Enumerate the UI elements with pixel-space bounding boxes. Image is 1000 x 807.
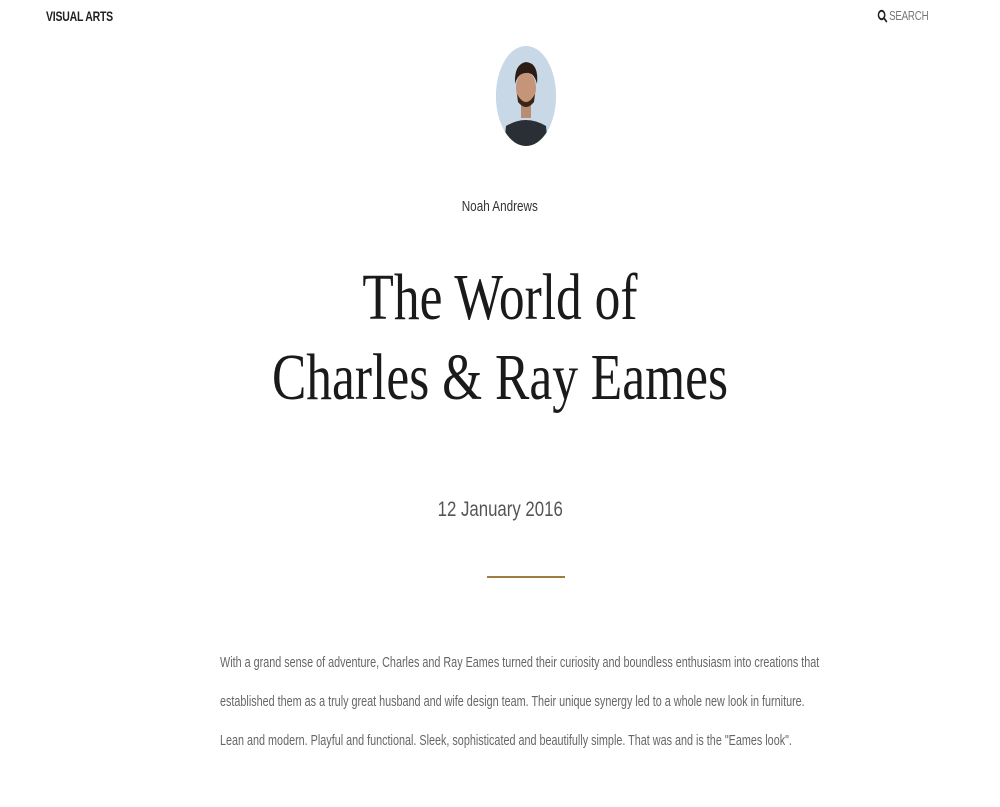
author-avatar[interactable]	[496, 46, 556, 146]
date-text: 12 January 2016	[437, 498, 563, 521]
author-portrait-image	[496, 46, 556, 146]
title-line-1: The World of	[362, 261, 638, 334]
search-icon	[877, 9, 887, 23]
site-brand-link[interactable]: VISUAL ARTS	[46, 8, 113, 24]
search-label: SEARCH	[888, 8, 929, 23]
title-line-2: Charles & Ray Eames	[271, 341, 729, 414]
article-title: The World of Charles & Ray Eames	[0, 258, 1000, 418]
article-date: 12 January 2016	[0, 498, 1000, 522]
divider	[487, 576, 565, 578]
author-name: Noah Andrews	[461, 198, 539, 215]
search-button[interactable]: SEARCH	[877, 8, 928, 23]
author-name-link[interactable]: Noah Andrews	[0, 198, 1000, 215]
article-body: With a grand sense of adventure, Charles…	[220, 655, 820, 749]
